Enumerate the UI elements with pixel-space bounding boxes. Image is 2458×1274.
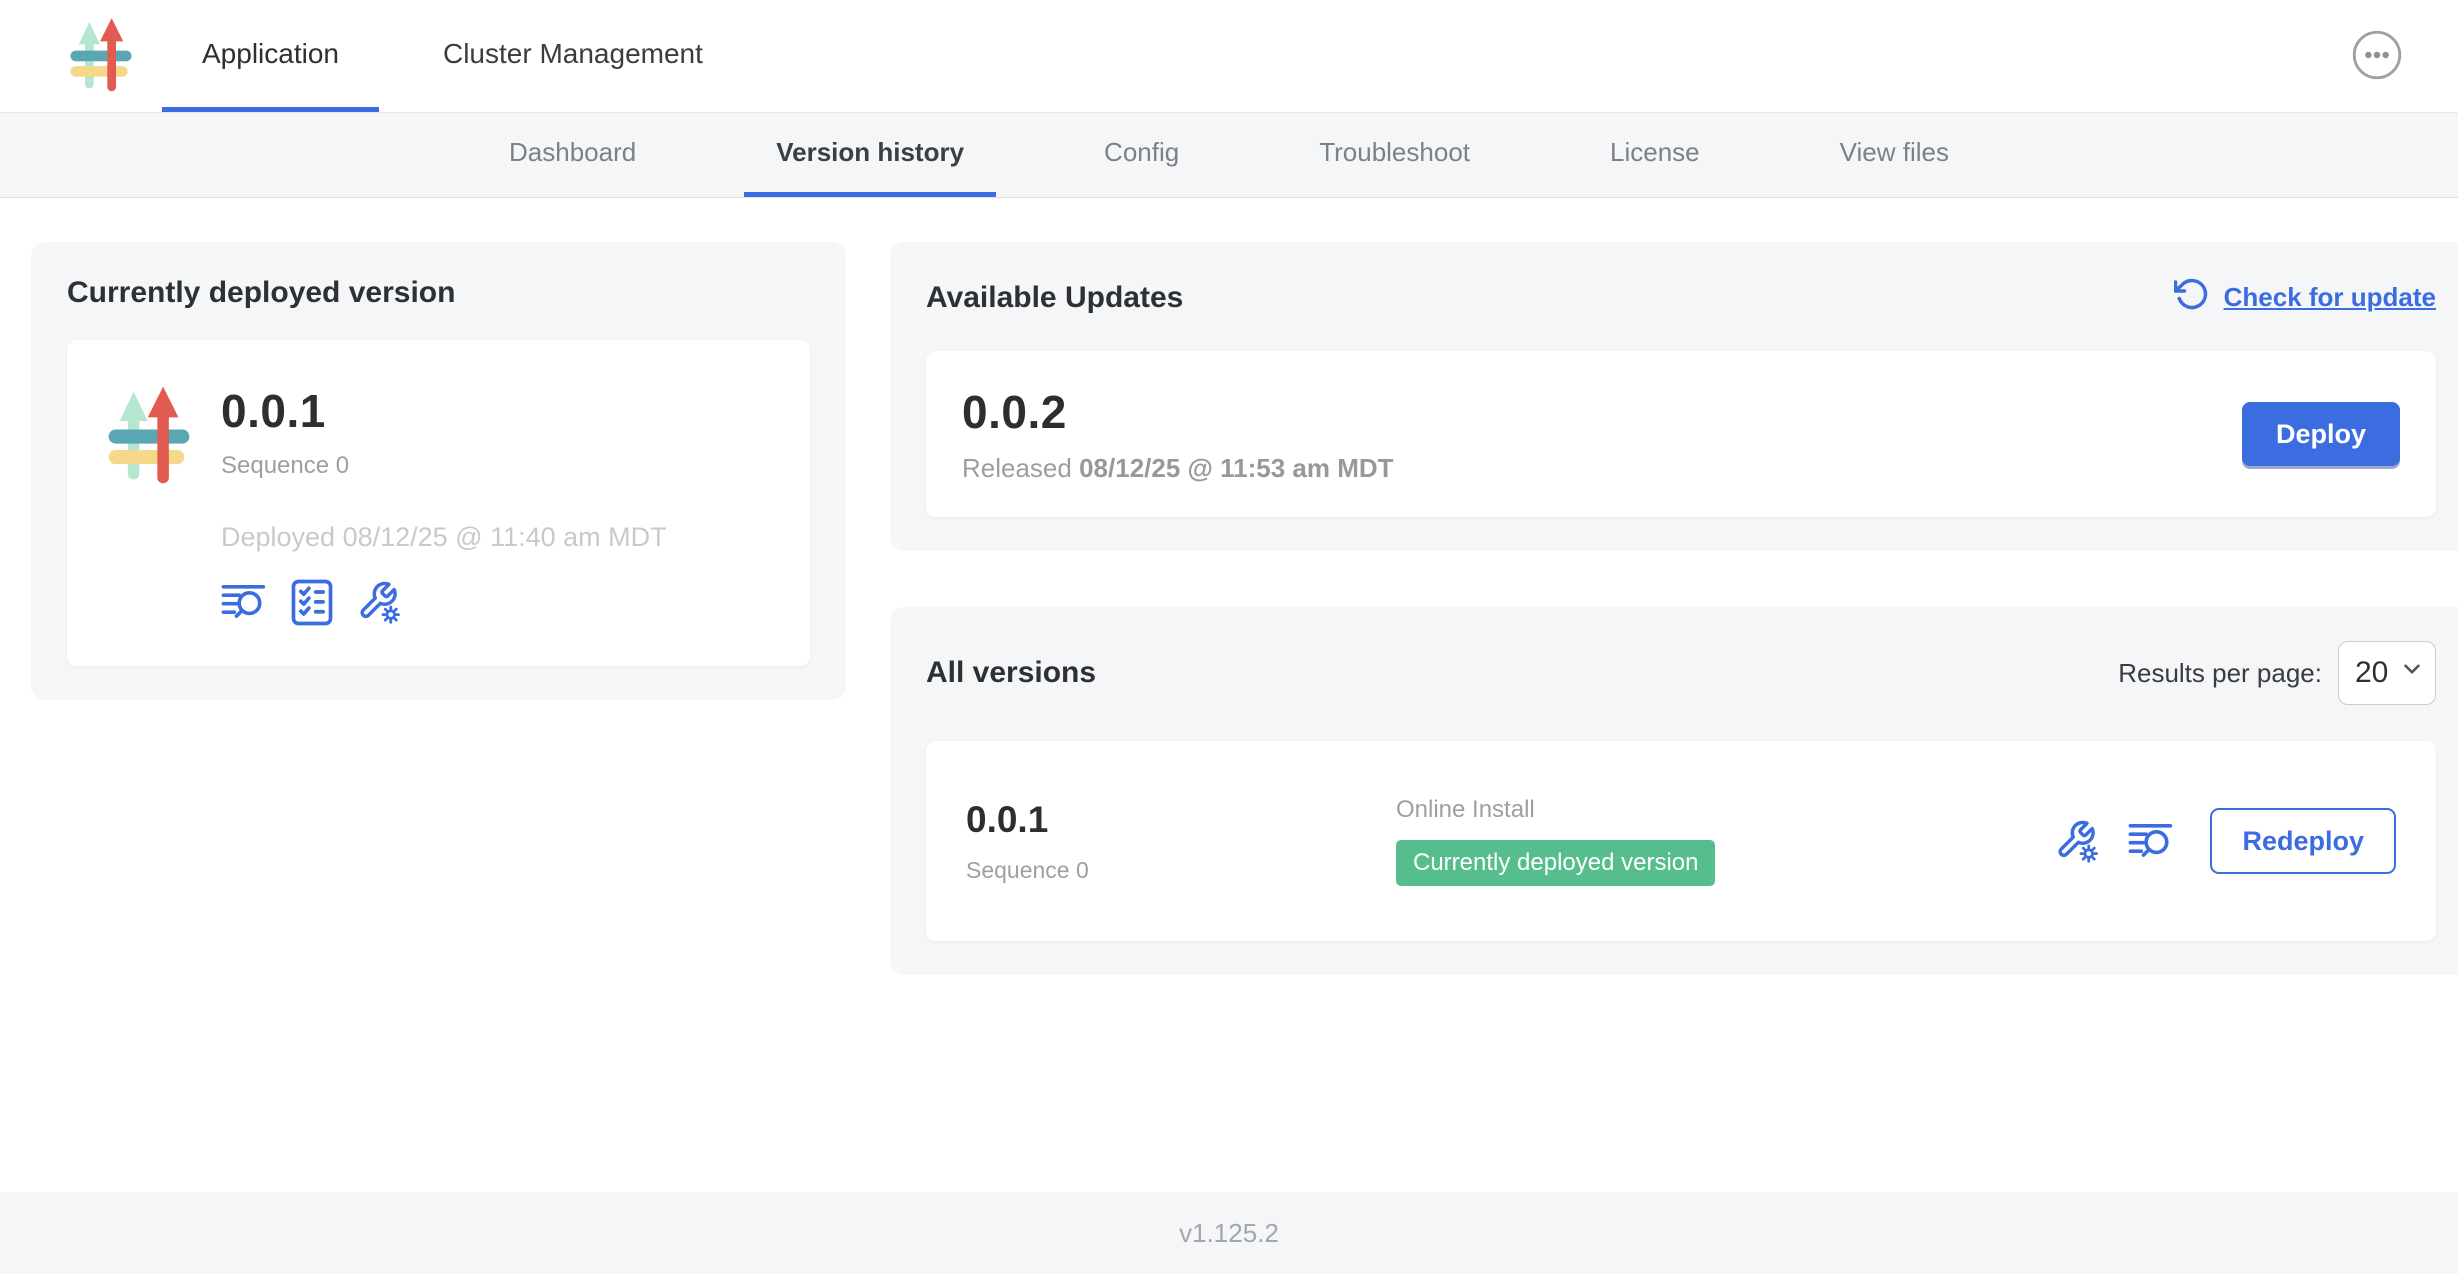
version-row: 0.0.1 Sequence 0 Online Install Currentl… [926,741,2436,941]
subnav-tab-view-files[interactable]: View files [1808,113,1981,197]
app-header: Application Cluster Management [0,0,2458,113]
deployed-timestamp: Deployed 08/12/25 @ 11:40 am MDT [221,522,667,553]
install-type-label: Online Install [1396,796,2055,824]
subnav-tab-dashboard[interactable]: Dashboard [477,113,668,197]
update-row: 0.0.2 Released 08/12/25 @ 11:53 am MDT D… [926,351,2436,517]
config-icon[interactable] [357,580,402,625]
app-logo [0,0,162,112]
ellipsis-icon [2351,29,2403,84]
refresh-icon [2174,276,2210,319]
tab-cluster-management[interactable]: Cluster Management [403,0,743,112]
subnav-tab-license[interactable]: License [1578,113,1732,197]
available-updates-card: Available Updates Check for update 0.0.2 [890,242,2458,551]
check-for-update-link[interactable]: Check for update [2174,276,2436,319]
row-version-number: 0.0.1 [966,799,1396,841]
deploy-button[interactable]: Deploy [2242,402,2400,466]
results-per-page: Results per page: 20 [2118,641,2436,705]
released-prefix: Released [962,453,1072,483]
deployed-version-meta: 0.0.1 Sequence 0 Deployed 08/12/25 @ 11:… [221,384,667,626]
deployed-actions [221,579,667,626]
config-icon[interactable] [2055,819,2100,864]
all-versions-card: All versions Results per page: 20 0.0. [890,607,2458,975]
subnav-tab-license-label: License [1610,137,1700,168]
console-version: v1.125.2 [1179,1218,1279,1249]
tab-application-label: Application [202,38,339,70]
subnav-tab-config[interactable]: Config [1072,113,1211,197]
header-tabs: Application Cluster Management [162,0,743,112]
subnav-tab-dashboard-label: Dashboard [509,137,636,168]
all-versions-title: All versions [926,656,1096,690]
version-row-actions: Redeploy [2055,808,2396,874]
overflow-menu-button[interactable] [2350,29,2404,83]
available-updates-title: Available Updates [926,281,1183,315]
redeploy-button[interactable]: Redeploy [2210,808,2396,874]
update-released-timestamp: Released 08/12/25 @ 11:53 am MDT [962,453,1394,484]
deployed-version-panel: 0.0.1 Sequence 0 Deployed 08/12/25 @ 11:… [67,340,810,666]
results-per-page-select[interactable]: 20 [2338,641,2436,705]
subnav-tab-version-history-label: Version history [776,137,964,168]
chevron-down-icon [2399,656,2425,690]
version-row-status: Online Install Currently deployed versio… [1396,796,2055,886]
subnav-tab-version-history[interactable]: Version history [744,113,996,197]
deployed-sequence: Sequence 0 [221,452,667,480]
update-meta: 0.0.2 Released 08/12/25 @ 11:53 am MDT [962,385,1394,484]
currently-deployed-badge: Currently deployed version [1396,840,1715,886]
admin-console: Application Cluster Management Dashboard… [0,0,2458,1274]
main-content: Currently deployed version 0.0.1 Sequenc… [0,198,2458,1192]
results-per-page-value: 20 [2355,656,2388,690]
tab-cluster-management-label: Cluster Management [443,38,703,70]
row-sequence: Sequence 0 [966,857,1396,884]
results-per-page-label: Results per page: [2118,658,2322,689]
app-subnav: Dashboard Version history Config Trouble… [0,113,2458,198]
subnav-tab-view-files-label: View files [1840,137,1949,168]
deployed-version-number: 0.0.1 [221,384,667,438]
subnav-tab-troubleshoot-label: Troubleshoot [1319,137,1470,168]
update-version-number: 0.0.2 [962,385,1394,439]
version-row-meta: 0.0.1 Sequence 0 [966,799,1396,884]
subnav-tab-config-label: Config [1104,137,1179,168]
diff-icon[interactable] [221,583,267,622]
preflight-checks-icon[interactable] [291,579,333,626]
diff-icon[interactable] [2128,822,2174,861]
app-logo-icon [107,384,191,489]
currently-deployed-title: Currently deployed version [67,276,810,310]
app-footer: v1.125.2 [0,1192,2458,1274]
app-logo-icon [70,16,132,97]
right-column: Available Updates Check for update 0.0.2 [890,242,2458,975]
released-date: 08/12/25 @ 11:53 am MDT [1079,453,1393,483]
tab-application[interactable]: Application [162,0,379,112]
subnav-tab-troubleshoot[interactable]: Troubleshoot [1287,113,1502,197]
currently-deployed-card: Currently deployed version 0.0.1 Sequenc… [31,242,846,700]
check-for-update-label: Check for update [2224,282,2436,313]
